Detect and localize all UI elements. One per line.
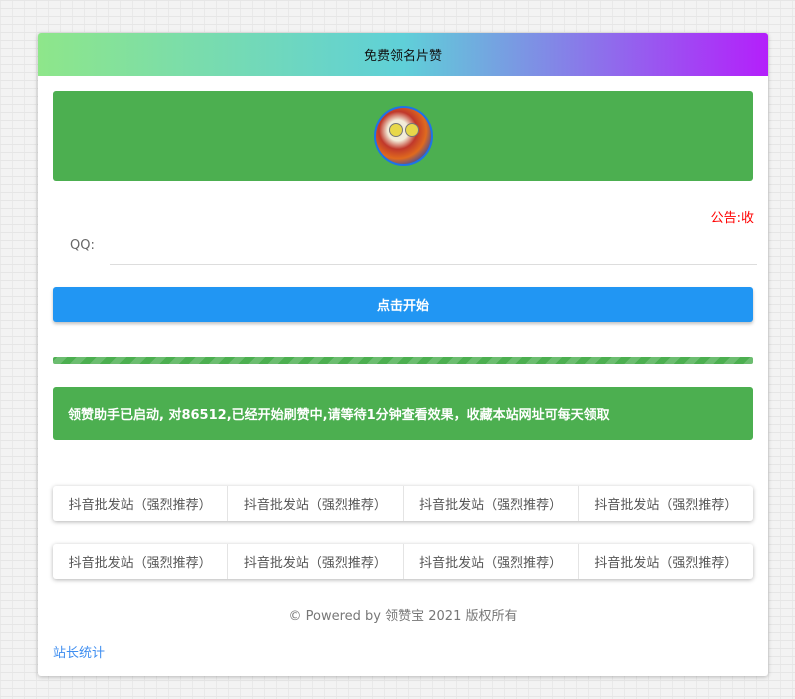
- link-item[interactable]: 抖音批发站（强烈推荐）: [404, 486, 579, 521]
- link-item[interactable]: 抖音批发站（强烈推荐）: [579, 486, 753, 521]
- avatar-banner: [53, 91, 753, 181]
- link-row: 抖音批发站（强烈推荐） 抖音批发站（强烈推荐） 抖音批发站（强烈推荐） 抖音批发…: [53, 486, 753, 521]
- start-button[interactable]: 点击开始: [53, 287, 753, 322]
- link-item[interactable]: 抖音批发站（强烈推荐）: [228, 544, 404, 579]
- footer-copyright: © Powered by 领赞宝 2021 版权所有: [288, 609, 518, 624]
- link-item[interactable]: 抖音批发站（强烈推荐）: [53, 544, 229, 579]
- status-alert: 领赞助手已启动, 对86512,已经开始刷赞中,请等待1分钟查看效果，收藏本站网…: [53, 387, 753, 440]
- qq-input[interactable]: [110, 233, 757, 265]
- page-title: 免费领名片赞: [363, 49, 442, 64]
- avatar: [373, 106, 433, 166]
- header: 免费领名片赞: [38, 33, 768, 76]
- main-card: 免费领名片赞 公告:收 QQ: 点击开始 领赞助手已启动, 对86512,已经开…: [38, 33, 768, 676]
- progress-bar: [53, 357, 753, 364]
- link-item[interactable]: 抖音批发站（强烈推荐）: [228, 486, 404, 521]
- qq-label: QQ:: [70, 238, 95, 253]
- link-item[interactable]: 抖音批发站（强烈推荐）: [404, 544, 579, 579]
- notice-marquee: 公告:收: [710, 211, 754, 226]
- link-row: 抖音批发站（强烈推荐） 抖音批发站（强烈推荐） 抖音批发站（强烈推荐） 抖音批发…: [53, 544, 753, 579]
- stats-link[interactable]: 站长统计: [53, 642, 105, 661]
- link-item[interactable]: 抖音批发站（强烈推荐）: [579, 544, 753, 579]
- link-item[interactable]: 抖音批发站（强烈推荐）: [53, 486, 229, 521]
